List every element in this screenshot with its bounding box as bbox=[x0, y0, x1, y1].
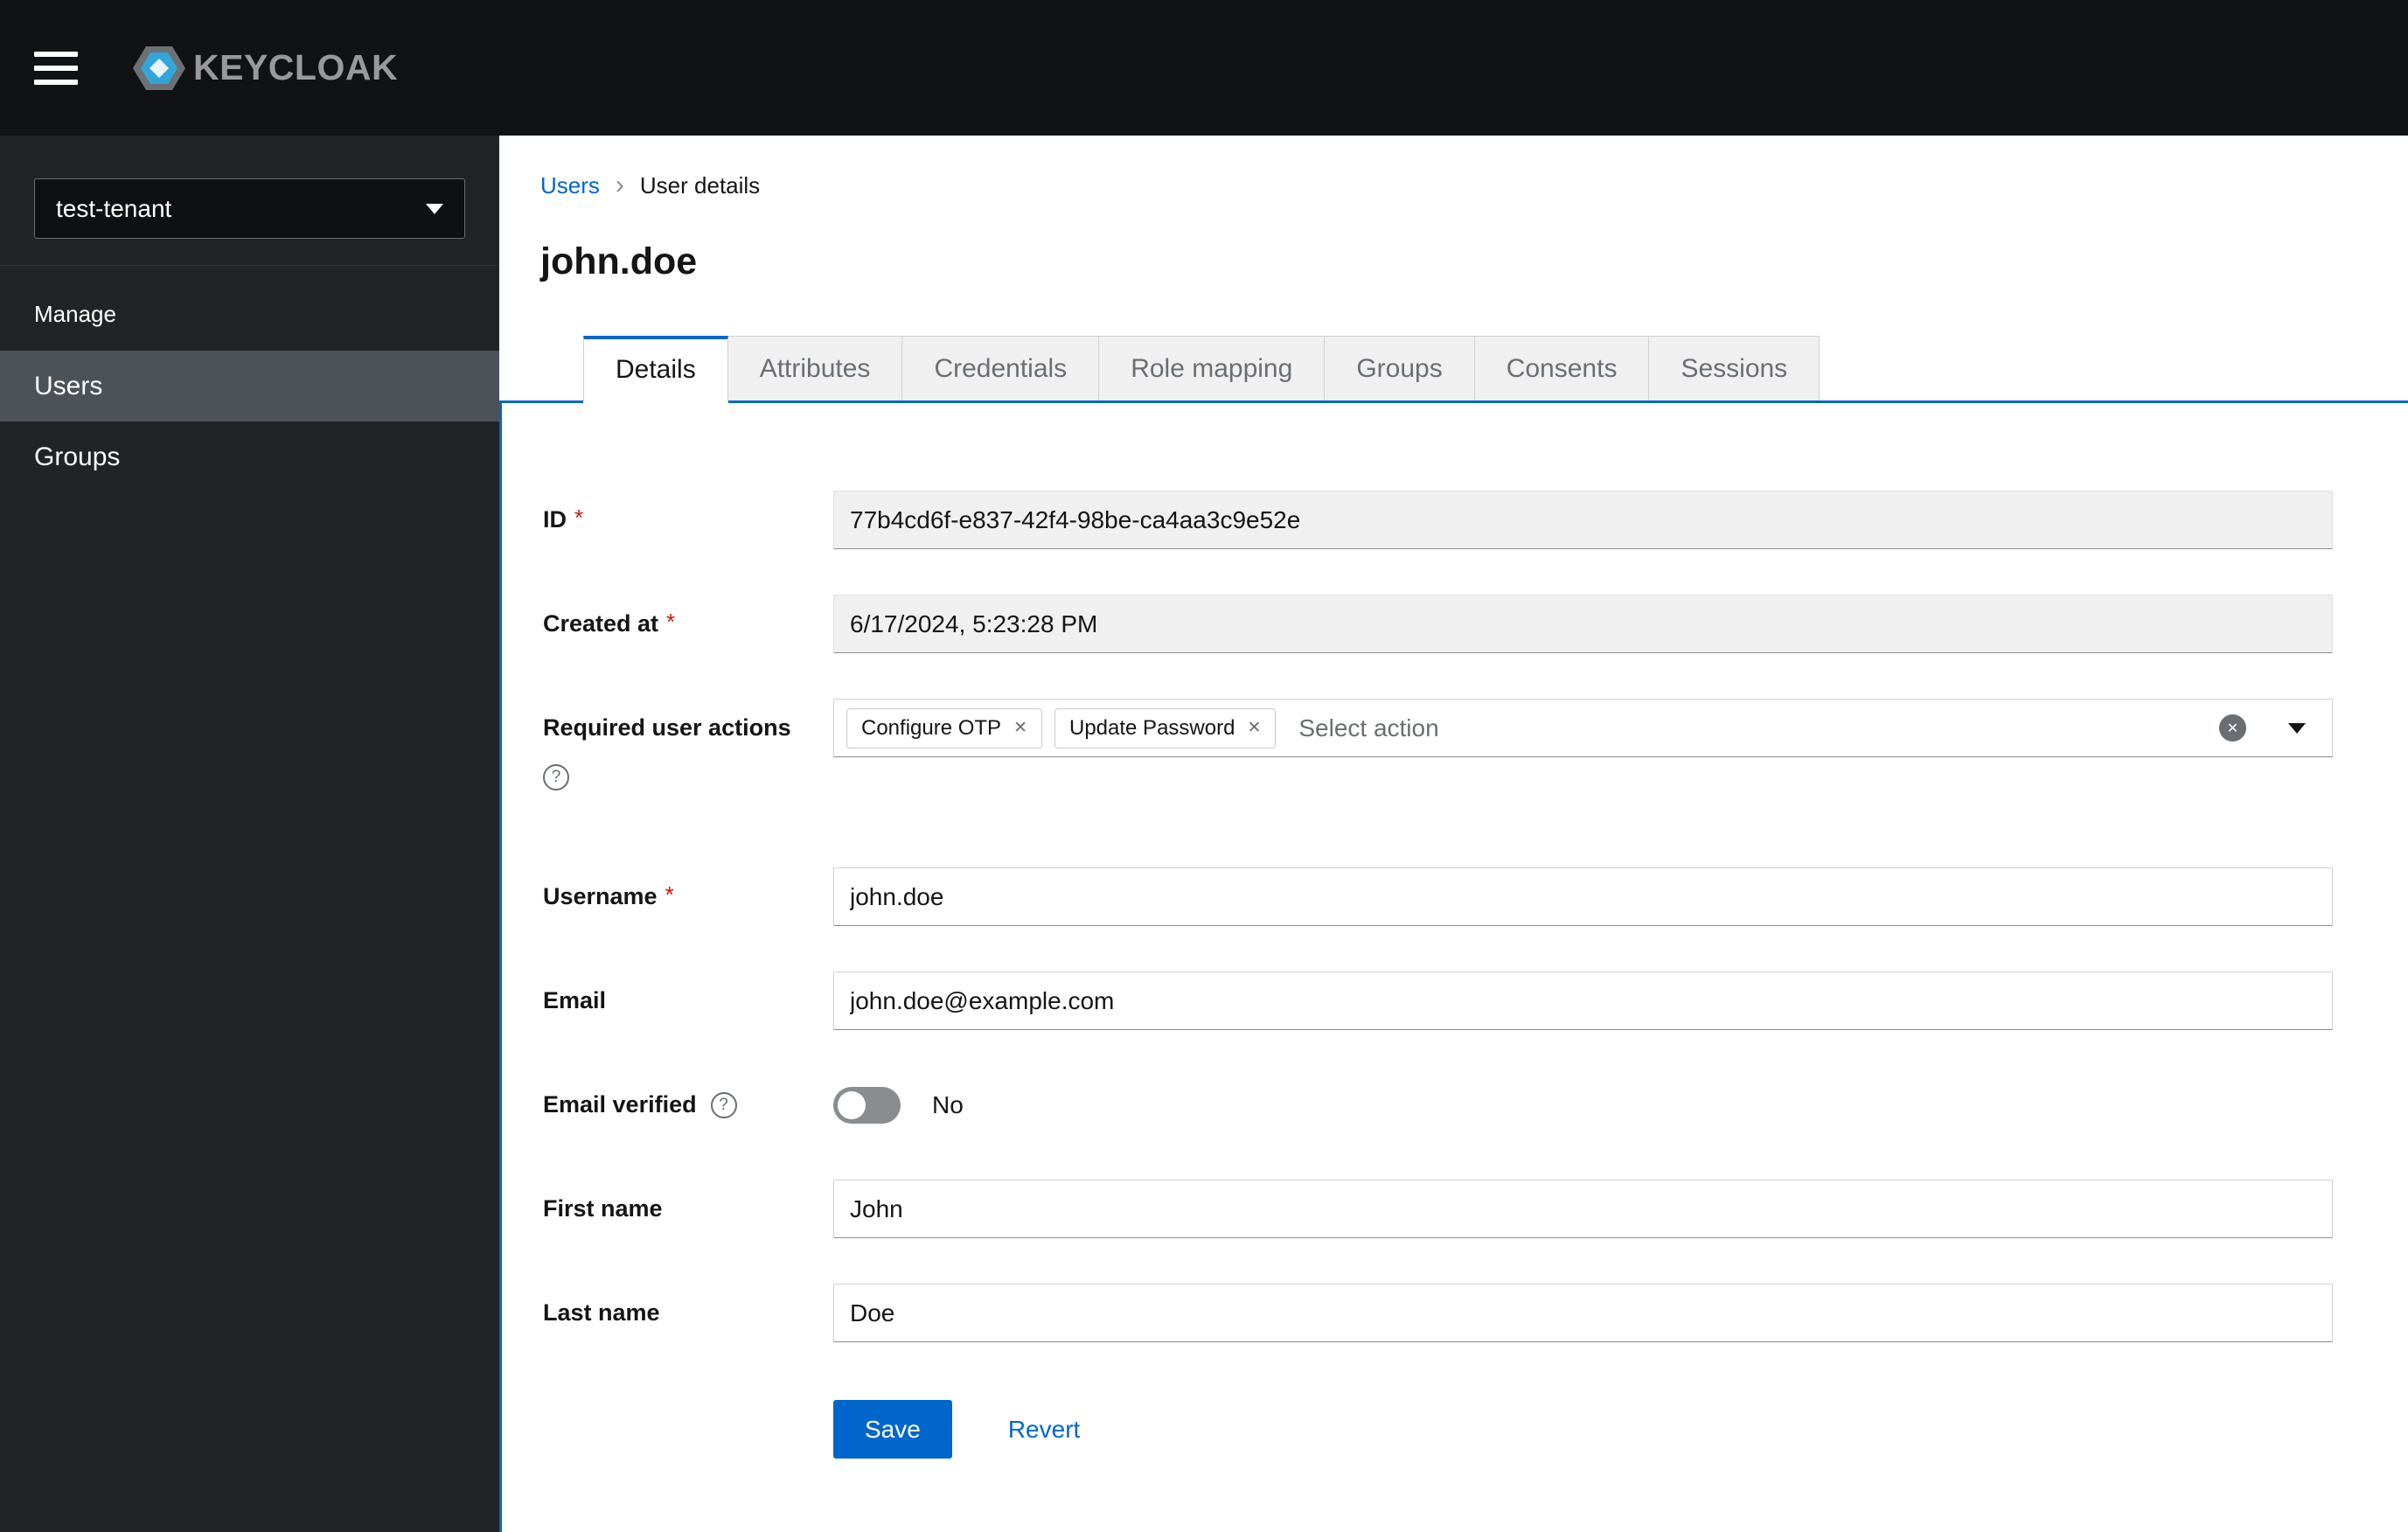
email-label: Email bbox=[543, 971, 833, 1030]
form-row-username: Username * bbox=[543, 867, 2408, 926]
tab-details[interactable]: Details bbox=[583, 336, 728, 403]
select-placeholder: Select action bbox=[1298, 714, 1439, 742]
nav-toggle-hamburger-icon[interactable] bbox=[34, 51, 78, 85]
chip-label: Configure OTP bbox=[861, 715, 1002, 740]
tab-bar: Details Attributes Credentials Role mapp… bbox=[499, 336, 2408, 403]
label-text: ID bbox=[543, 506, 567, 533]
tab-role-mapping[interactable]: Role mapping bbox=[1098, 336, 1326, 400]
chevron-down-icon bbox=[426, 203, 443, 214]
realm-selector[interactable]: test-tenant bbox=[34, 178, 465, 239]
sidebar-item-groups[interactable]: Groups bbox=[0, 421, 499, 492]
toggle-knob bbox=[838, 1090, 866, 1119]
remove-chip-icon[interactable] bbox=[1247, 718, 1261, 738]
email-verified-control: No bbox=[833, 1076, 964, 1134]
form-row-email-verified: Email verified No bbox=[543, 1076, 2408, 1134]
masthead: KEYCLOAK bbox=[0, 0, 2408, 136]
label-text: Required user actions bbox=[543, 714, 791, 741]
label-text: Username bbox=[543, 883, 658, 909]
help-icon[interactable] bbox=[710, 1091, 737, 1118]
caret-glyph bbox=[2288, 722, 2306, 734]
sidebar-item-users[interactable]: Users bbox=[0, 351, 499, 421]
tab-sessions[interactable]: Sessions bbox=[1648, 336, 1820, 400]
tab-consents[interactable]: Consents bbox=[1473, 336, 1650, 400]
chip-label: Update Password bbox=[1069, 715, 1235, 740]
chevron-down-icon[interactable] bbox=[2288, 722, 2306, 734]
email-verified-label: Email verified bbox=[543, 1076, 833, 1134]
help-icon[interactable] bbox=[543, 764, 569, 790]
last-name-input[interactable] bbox=[833, 1284, 2333, 1342]
first-name-input[interactable] bbox=[833, 1180, 2333, 1238]
logo-wordmark: KEYCLOAK bbox=[193, 47, 399, 87]
save-button[interactable]: Save bbox=[833, 1400, 952, 1459]
sidebar-section-label: Manage bbox=[34, 301, 116, 327]
required-actions-select[interactable]: Configure OTP Update Password Select act… bbox=[833, 699, 2333, 757]
id-label: ID * bbox=[543, 491, 833, 549]
label-text: Email bbox=[543, 987, 607, 1013]
clear-selections-icon[interactable] bbox=[2219, 714, 2246, 742]
tab-groups[interactable]: Groups bbox=[1324, 336, 1475, 400]
required-actions-label: Required user actions bbox=[543, 699, 833, 790]
required-indicator: * bbox=[665, 881, 674, 908]
chip-update-password: Update Password bbox=[1054, 707, 1277, 749]
required-indicator: * bbox=[666, 609, 676, 635]
main-content: Users User details john.doe Details Attr… bbox=[499, 136, 2408, 1532]
required-indicator: * bbox=[574, 505, 584, 531]
form-row-required-actions: Required user actions Configure OTP Upda… bbox=[543, 699, 2408, 790]
form-row-email: Email bbox=[543, 971, 2408, 1030]
form-row-first-name: First name bbox=[543, 1180, 2408, 1238]
label-text: Created at bbox=[543, 610, 659, 637]
created-at-input bbox=[833, 595, 2333, 653]
realm-selector-value: test-tenant bbox=[56, 194, 172, 222]
keycloak-logo[interactable]: KEYCLOAK bbox=[132, 45, 398, 92]
toggle-state-label: No bbox=[932, 1090, 964, 1118]
sidebar-nav: Users Groups bbox=[0, 351, 499, 492]
email-verified-toggle[interactable] bbox=[833, 1086, 901, 1124]
tab-attributes[interactable]: Attributes bbox=[727, 336, 903, 400]
email-input[interactable] bbox=[833, 971, 2333, 1030]
breadcrumb-users-link[interactable]: Users bbox=[540, 172, 600, 199]
form-row-created-at: Created at * bbox=[543, 595, 2408, 653]
tab-credentials[interactable]: Credentials bbox=[901, 336, 1100, 400]
chip-configure-otp: Configure OTP bbox=[846, 707, 1042, 749]
username-label: Username * bbox=[543, 867, 833, 926]
page-title: john.doe bbox=[540, 240, 698, 282]
created-at-label: Created at * bbox=[543, 595, 833, 653]
breadcrumb-separator-icon bbox=[600, 171, 640, 200]
label-text: First name bbox=[543, 1195, 663, 1222]
realm-selector-section: test-tenant bbox=[0, 136, 499, 266]
revert-button[interactable]: Revert bbox=[1008, 1416, 1080, 1444]
sidebar: test-tenant Manage Users Groups bbox=[0, 136, 499, 1532]
label-text: Email verified bbox=[543, 1091, 697, 1118]
form-row-last-name: Last name bbox=[543, 1284, 2408, 1342]
breadcrumb-current: User details bbox=[639, 171, 761, 198]
keycloak-logo-icon bbox=[133, 45, 185, 90]
id-input bbox=[833, 491, 2333, 549]
sidebar-item-label: Groups bbox=[34, 442, 121, 471]
first-name-label: First name bbox=[543, 1180, 833, 1238]
form-actions: Save Revert bbox=[833, 1400, 2408, 1459]
username-input[interactable] bbox=[833, 867, 2333, 926]
breadcrumb: Users User details bbox=[540, 171, 2408, 200]
details-panel: ID * Created at * Required user actions … bbox=[499, 403, 2408, 1532]
form-row-id: ID * bbox=[543, 491, 2408, 549]
last-name-label: Last name bbox=[543, 1284, 833, 1342]
label-text: Last name bbox=[543, 1299, 660, 1326]
remove-chip-icon[interactable] bbox=[1013, 718, 1027, 738]
sidebar-item-label: Users bbox=[34, 371, 103, 400]
